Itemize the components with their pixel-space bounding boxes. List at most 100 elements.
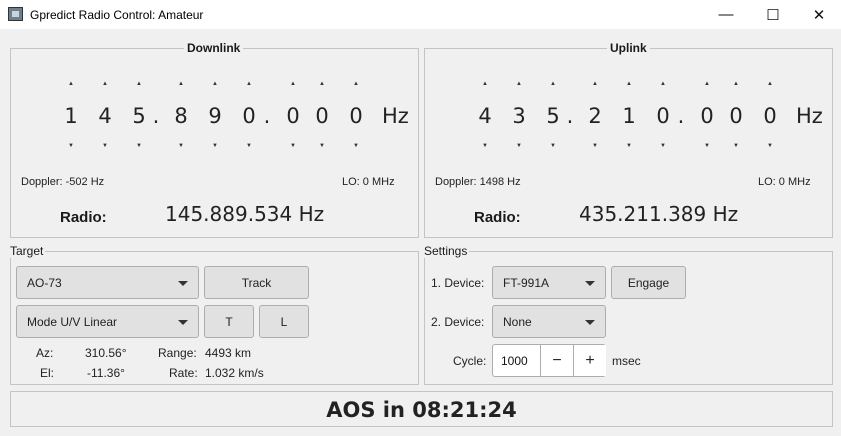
digit-up-arrow-icon[interactable]: ▲ xyxy=(283,81,303,87)
engage-button[interactable]: Engage xyxy=(611,266,686,299)
frequency-digit[interactable]: 0 xyxy=(346,104,366,128)
frequency-digit[interactable]: 0 xyxy=(312,104,332,128)
uplink-doppler: Doppler: 1498 Hz xyxy=(435,176,521,188)
digit-down-arrow-icon[interactable]: ▼ xyxy=(129,143,149,149)
digit-up-arrow-icon[interactable]: ▲ xyxy=(619,81,639,87)
title-bar: Gpredict Radio Control: Amateur — ☐ ✕ xyxy=(0,0,841,29)
frequency-digit[interactable]: 0 xyxy=(283,104,303,128)
digit-down-arrow-icon[interactable]: ▼ xyxy=(346,143,366,149)
frequency-digit[interactable]: 4 xyxy=(475,104,495,128)
chevron-down-icon xyxy=(178,320,188,325)
decrement-button[interactable]: − xyxy=(540,345,573,376)
digit-down-arrow-icon[interactable]: ▼ xyxy=(726,143,746,149)
digit-up-arrow-icon[interactable]: ▲ xyxy=(726,81,746,87)
settings-frame: Settings 1. Device: FT-991A Engage 2. De… xyxy=(424,244,833,385)
uplink-frame: Uplink ▲ 4 ▼ ▲ 3 ▼ ▲ 5 ▼. ▲ 2 ▼ ▲ 1 ▼ ▲ 0 ▼. ▲ 0 ▼ ▲ 0 ▼ ▲ 0 ▼ Hz … xyxy=(424,41,833,238)
digit-down-arrow-icon[interactable]: ▼ xyxy=(239,143,259,149)
frequency-digit[interactable]: 0 xyxy=(239,104,259,128)
aos-status-frame: AOS in 08:21:24 xyxy=(10,391,833,427)
digit-up-arrow-icon[interactable]: ▲ xyxy=(543,81,563,87)
digit-up-arrow-icon[interactable]: ▲ xyxy=(475,81,495,87)
frequency-digit[interactable]: 0 xyxy=(726,104,746,128)
chevron-down-icon xyxy=(585,281,595,286)
downlink-doppler: Doppler: -502 Hz xyxy=(21,176,105,188)
digit-up-arrow-icon[interactable]: ▲ xyxy=(95,81,115,87)
digit-down-arrow-icon[interactable]: ▼ xyxy=(312,143,332,149)
digit-up-arrow-icon[interactable]: ▲ xyxy=(61,81,81,87)
device2-select[interactable]: None xyxy=(492,305,606,338)
device1-select[interactable]: FT-991A xyxy=(492,266,606,299)
cycle-input[interactable] xyxy=(493,345,540,376)
satellite-select-value: AO-73 xyxy=(27,276,62,290)
digit-down-arrow-icon[interactable]: ▼ xyxy=(760,143,780,149)
uplink-unit: Hz xyxy=(796,104,823,128)
digit-up-arrow-icon[interactable]: ▲ xyxy=(760,81,780,87)
uplink-radio-label: Radio: xyxy=(474,209,521,226)
target-title: Target xyxy=(10,244,46,258)
digit-down-arrow-icon[interactable]: ▼ xyxy=(697,143,717,149)
digit-down-arrow-icon[interactable]: ▼ xyxy=(653,143,673,149)
maximize-button[interactable]: ☐ xyxy=(750,0,796,29)
mode-select-value: Mode U/V Linear xyxy=(27,315,118,329)
uplink-radio-frequency: 435.211.389 Hz xyxy=(579,202,739,226)
mode-select[interactable]: Mode U/V Linear xyxy=(16,305,199,338)
frequency-digit[interactable]: 2 xyxy=(585,104,605,128)
frequency-digit[interactable]: 9 xyxy=(205,104,225,128)
increment-button[interactable]: + xyxy=(573,345,606,376)
digit-down-arrow-icon[interactable]: ▼ xyxy=(475,143,495,149)
digit-down-arrow-icon[interactable]: ▼ xyxy=(585,143,605,149)
digit-down-arrow-icon[interactable]: ▼ xyxy=(95,143,115,149)
digit-up-arrow-icon[interactable]: ▲ xyxy=(653,81,673,87)
frequency-digit[interactable]: 0 xyxy=(697,104,717,128)
app-icon xyxy=(8,7,23,21)
device2-select-value: None xyxy=(503,315,532,329)
frequency-digit[interactable]: 0 xyxy=(653,104,673,128)
downlink-frame: Downlink ▲ 1 ▼ ▲ 4 ▼ ▲ 5 ▼. ▲ 8 ▼ ▲ 9 ▼ ▲ 0 ▼. ▲ 0 ▼ ▲ 0 ▼ ▲ 0 ▼ H… xyxy=(10,41,419,238)
cycle-label: Cycle: xyxy=(453,354,487,368)
digit-up-arrow-icon[interactable]: ▲ xyxy=(205,81,225,87)
frequency-separator: . xyxy=(677,104,685,128)
digit-down-arrow-icon[interactable]: ▼ xyxy=(283,143,303,149)
digit-down-arrow-icon[interactable]: ▼ xyxy=(205,143,225,149)
digit-up-arrow-icon[interactable]: ▲ xyxy=(585,81,605,87)
t-button[interactable]: T xyxy=(204,305,254,338)
rate-value: 1.032 km/s xyxy=(205,366,264,380)
chevron-down-icon xyxy=(178,281,188,286)
downlink-radio-label: Radio: xyxy=(60,209,107,226)
satellite-select[interactable]: AO-73 xyxy=(16,266,199,299)
close-button[interactable]: ✕ xyxy=(796,0,841,29)
settings-title: Settings xyxy=(424,244,470,258)
digit-up-arrow-icon[interactable]: ▲ xyxy=(697,81,717,87)
digit-up-arrow-icon[interactable]: ▲ xyxy=(129,81,149,87)
frequency-digit[interactable]: 4 xyxy=(95,104,115,128)
downlink-title: Downlink xyxy=(184,41,244,55)
frequency-digit[interactable]: 8 xyxy=(171,104,191,128)
digit-down-arrow-icon[interactable]: ▼ xyxy=(171,143,191,149)
device1-label: 1. Device: xyxy=(431,276,485,290)
digit-up-arrow-icon[interactable]: ▲ xyxy=(312,81,332,87)
digit-down-arrow-icon[interactable]: ▼ xyxy=(509,143,529,149)
digit-up-arrow-icon[interactable]: ▲ xyxy=(171,81,191,87)
frequency-digit[interactable]: 0 xyxy=(760,104,780,128)
frequency-digit[interactable]: 3 xyxy=(509,104,529,128)
range-label: Range: xyxy=(158,346,197,360)
frequency-separator: . xyxy=(263,104,271,128)
aos-countdown: AOS in 08:21:24 xyxy=(326,398,517,422)
digit-down-arrow-icon[interactable]: ▼ xyxy=(61,143,81,149)
minimize-button[interactable]: — xyxy=(703,0,749,29)
digit-down-arrow-icon[interactable]: ▼ xyxy=(619,143,639,149)
rate-label: Rate: xyxy=(169,366,198,380)
track-button[interactable]: Track xyxy=(204,266,309,299)
digit-up-arrow-icon[interactable]: ▲ xyxy=(509,81,529,87)
uplink-lo: LO: 0 MHz xyxy=(758,176,811,188)
cycle-stepper[interactable]: − + xyxy=(492,344,606,377)
digit-down-arrow-icon[interactable]: ▼ xyxy=(543,143,563,149)
digit-up-arrow-icon[interactable]: ▲ xyxy=(346,81,366,87)
digit-up-arrow-icon[interactable]: ▲ xyxy=(239,81,259,87)
range-value: 4493 km xyxy=(205,346,252,360)
l-button[interactable]: L xyxy=(259,305,309,338)
frequency-digit[interactable]: 1 xyxy=(619,104,639,128)
device1-select-value: FT-991A xyxy=(503,276,550,290)
frequency-digit[interactable]: 1 xyxy=(61,104,81,128)
chevron-down-icon xyxy=(585,320,595,325)
